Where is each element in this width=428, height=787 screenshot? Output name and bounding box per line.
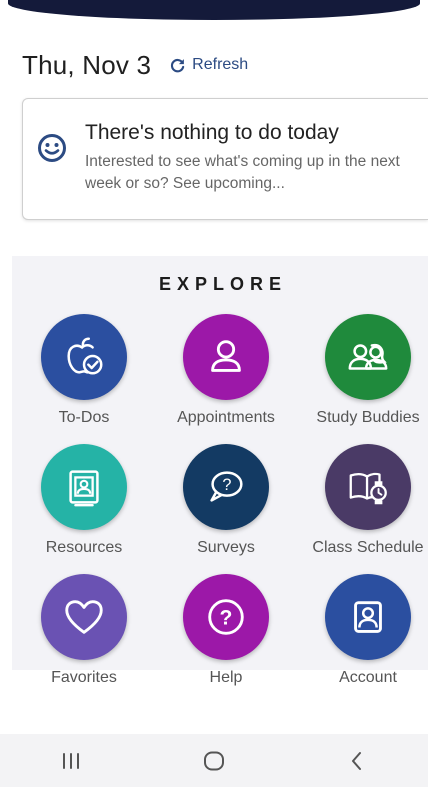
class-schedule-circle (325, 444, 411, 530)
tile-class-schedule[interactable]: Class Schedule (298, 444, 428, 557)
notice-card[interactable]: There's nothing to do today Interested t… (22, 98, 428, 220)
tile-label: Surveys (197, 539, 255, 556)
surveys-circle: ? (183, 444, 269, 530)
notice-title: There's nothing to do today (85, 121, 339, 144)
tile-help[interactable]: ? Help (156, 574, 296, 687)
tile-account[interactable]: Account (298, 574, 428, 687)
recent-apps-icon (63, 752, 80, 769)
recent-apps-button[interactable] (41, 741, 101, 781)
tile-favorites[interactable]: Favorites (14, 574, 154, 687)
tile-surveys[interactable]: ? Surveys (156, 444, 296, 557)
tile-to-dos[interactable]: To-Dos (14, 314, 154, 427)
question-bubble-icon: ? (210, 471, 243, 502)
svg-text:?: ? (222, 476, 231, 494)
refresh-label: Refresh (192, 56, 249, 73)
refresh-icon (171, 58, 185, 72)
tile-label: Favorites (51, 669, 117, 686)
tile-label: Study Buddies (316, 409, 420, 426)
date-row: Thu, Nov 3 Refresh (22, 48, 248, 82)
help-icon: ? (208, 599, 244, 635)
tile-label: Account (339, 669, 397, 686)
back-button[interactable] (327, 741, 387, 781)
id-card-icon (69, 470, 99, 507)
tile-label: Resources (45, 539, 123, 556)
home-button[interactable] (184, 741, 244, 781)
system-nav-bar (0, 734, 428, 787)
svg-text:?: ? (220, 607, 233, 630)
people-icon (348, 343, 388, 370)
book-watch-icon (349, 472, 387, 505)
account-circle (325, 574, 411, 660)
tile-resources[interactable]: Resources (14, 444, 154, 557)
heart-icon (65, 600, 103, 634)
explore-title: EXPLORE (158, 274, 288, 294)
home-icon (203, 751, 224, 770)
explore-section: EXPLORE To-Dos Appointments Study Buddie… (12, 256, 428, 686)
apple-check-icon (67, 337, 103, 375)
tile-label: Class Schedule (312, 539, 424, 556)
header-banner (8, 0, 420, 20)
tile-label: Appointments (177, 409, 275, 426)
person-icon (211, 340, 241, 372)
account-portrait-icon (354, 601, 382, 633)
smiley-icon (38, 134, 66, 162)
appointments-circle (183, 314, 269, 400)
date-heading: Thu, Nov 3 (22, 49, 152, 80)
tile-label: To-Dos (58, 409, 110, 426)
favorites-circle (41, 574, 127, 660)
refresh-button[interactable]: Refresh (169, 56, 248, 74)
tile-label: Help (209, 669, 243, 686)
resources-circle (41, 444, 127, 530)
status-bar (0, 0, 428, 26)
back-icon (351, 751, 361, 770)
tile-study-buddies[interactable]: Study Buddies (298, 314, 428, 427)
help-circle: ? (183, 574, 269, 660)
to-dos-circle (41, 314, 127, 400)
study-buddies-circle (325, 314, 411, 400)
tile-appointments[interactable]: Appointments (156, 314, 296, 427)
notice-body[interactable]: Interested to see what's coming up in th… (85, 151, 415, 195)
